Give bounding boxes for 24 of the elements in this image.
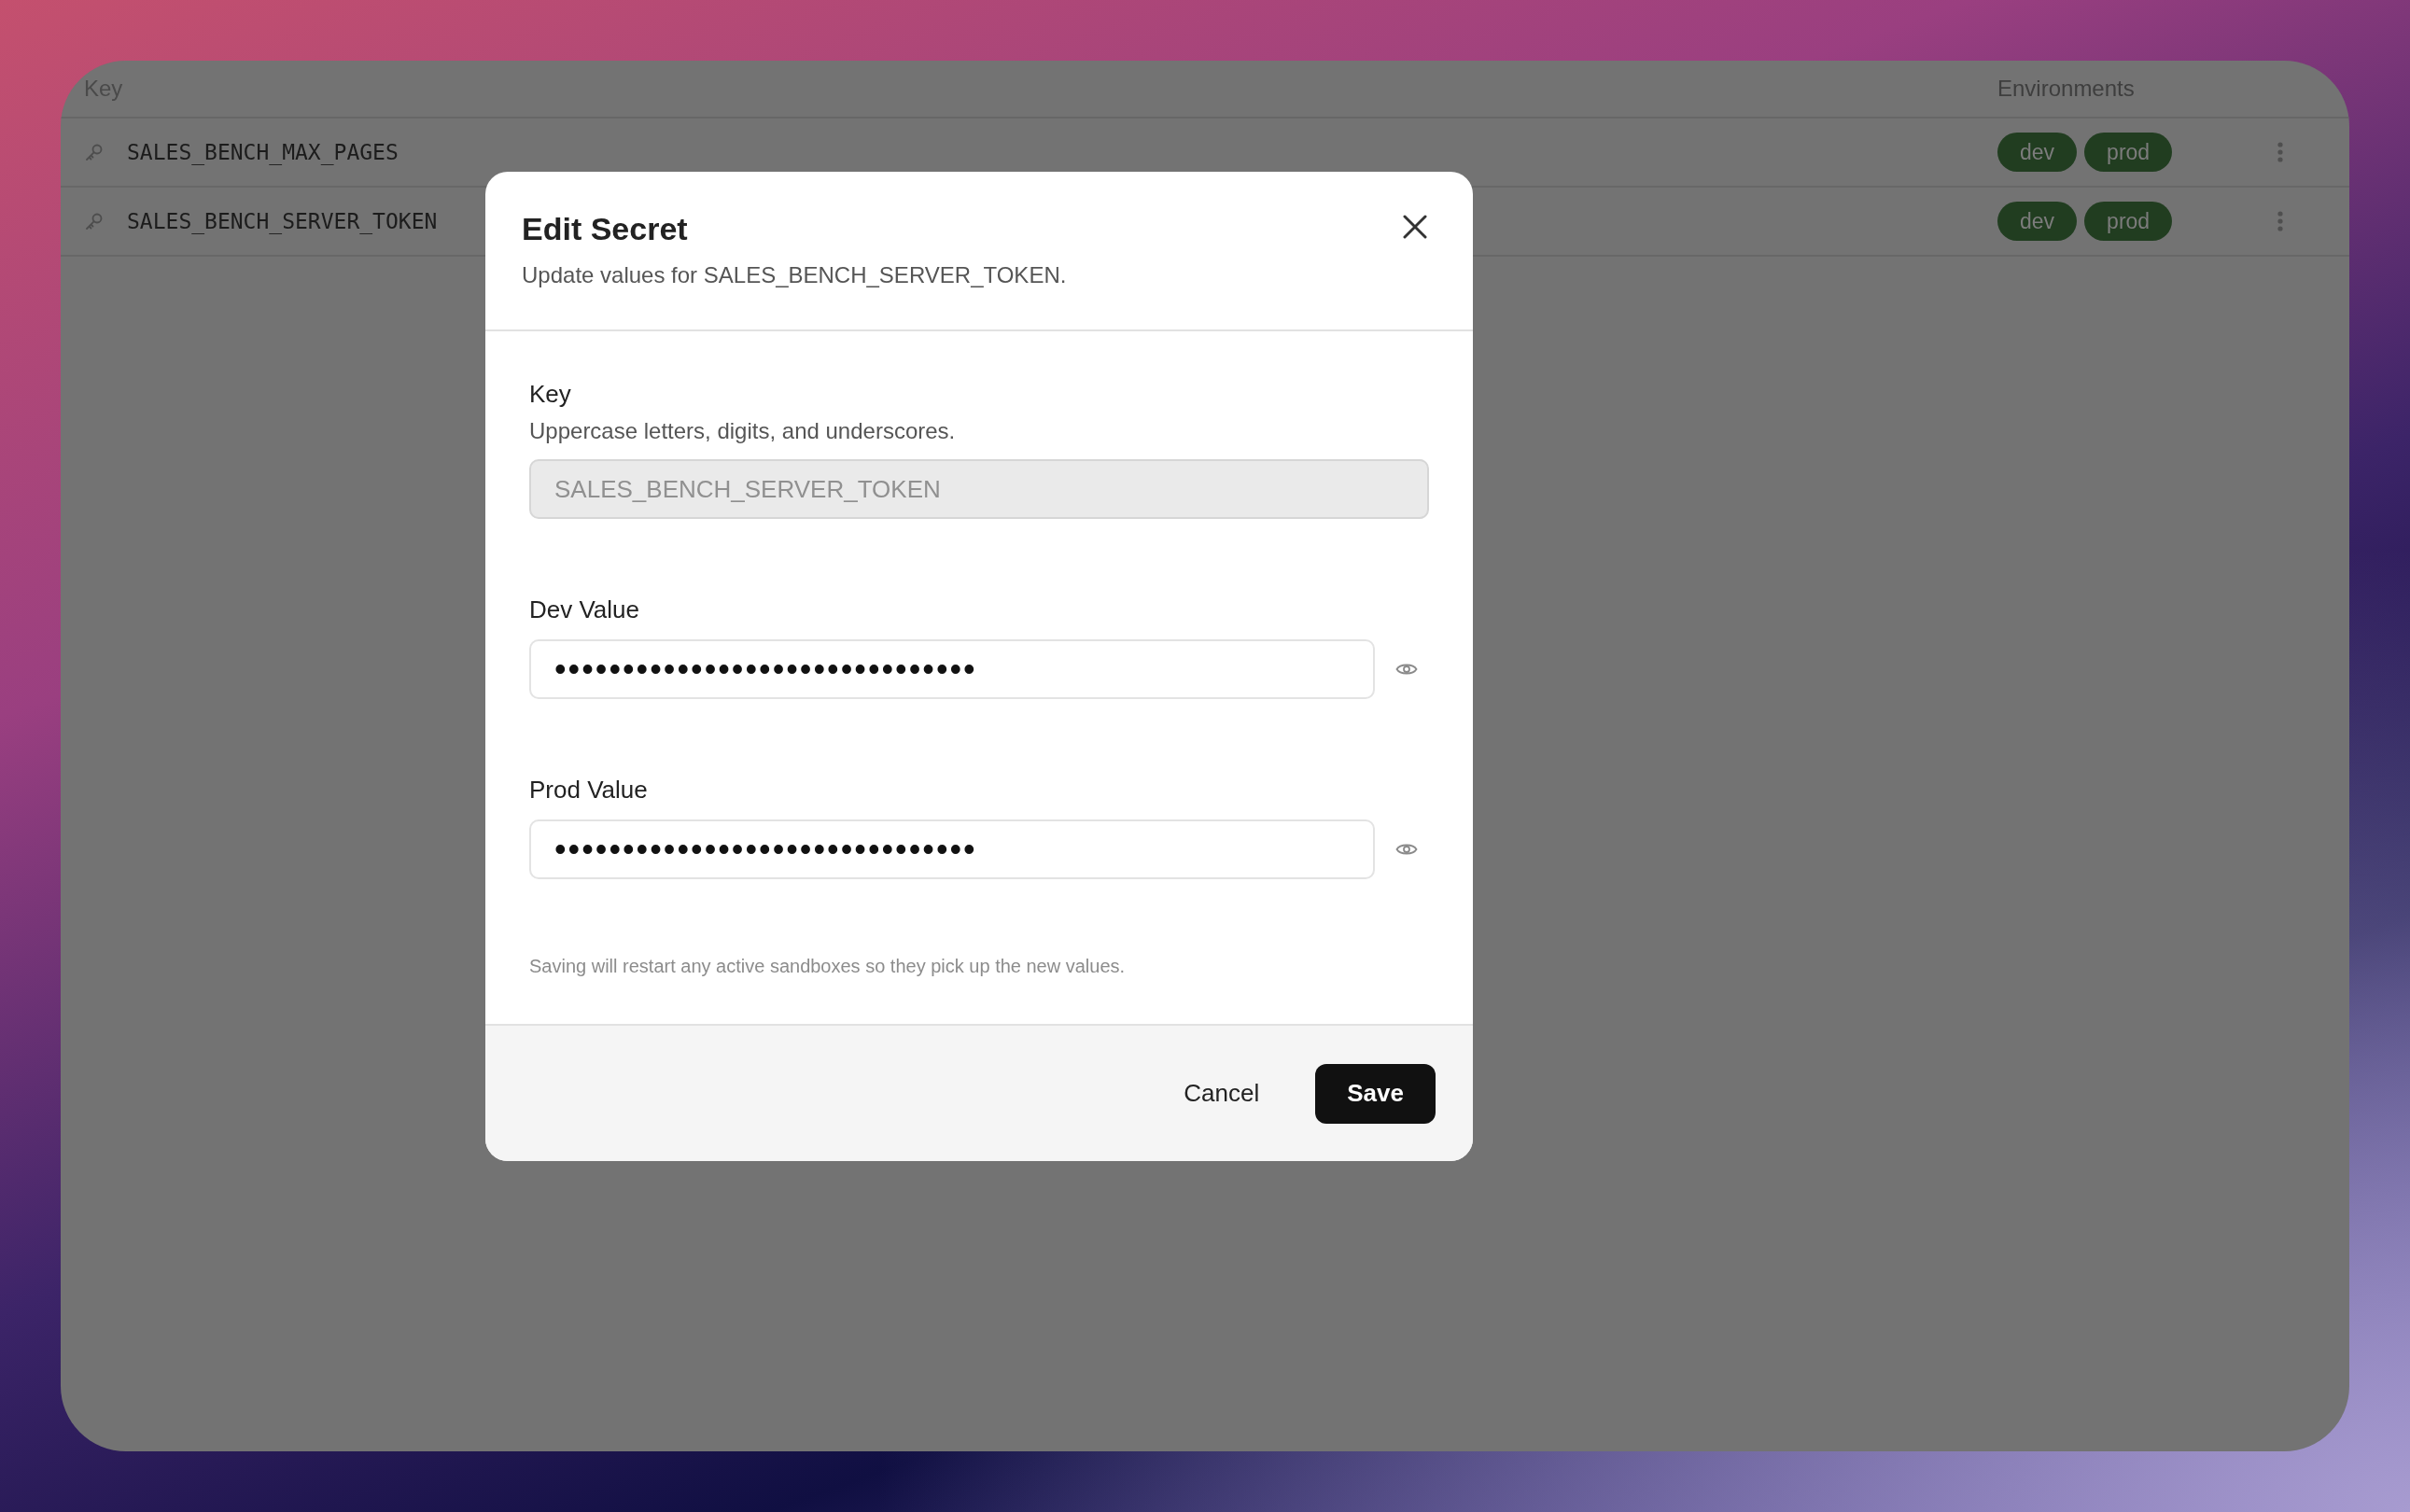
field-hint: Uppercase letters, digits, and underscores. <box>529 418 957 444</box>
close-button[interactable] <box>1401 213 1429 241</box>
cancel-button[interactable]: Cancel <box>1152 1063 1292 1124</box>
secret-key: SALES_BENCH_SERVER_TOKEN <box>127 209 438 233</box>
more-icon[interactable] <box>2277 211 2283 231</box>
environment-badge: dev <box>1997 202 2078 241</box>
environment-badge: prod <box>2084 202 2173 241</box>
secret-field[interactable]: ••••••••••••••••••••••••••••••• <box>529 639 1375 699</box>
field-label: Key <box>529 380 571 409</box>
secret-field[interactable]: ••••••••••••••••••••••••••••••• <box>529 819 1375 879</box>
key-icon <box>84 142 105 162</box>
dialog-subtitle: Update values for SALES_BENCH_SERVER_TOKEN. <box>522 262 1068 288</box>
field-label: Dev Value <box>529 595 640 624</box>
environment-badge: dev <box>1997 133 2078 172</box>
key-icon <box>84 211 105 231</box>
eye-icon[interactable] <box>1395 842 1418 857</box>
secret-key: SALES_BENCH_MAX_PAGES <box>127 140 399 164</box>
save-note: Saving will restart any active sandboxes so they pick up the new values. <box>529 956 1127 977</box>
field-label: Prod Value <box>529 776 648 805</box>
dialog-title: Edit Secret <box>522 211 688 247</box>
eye-icon[interactable] <box>1395 662 1418 677</box>
environment-badge: prod <box>2084 133 2173 172</box>
save-button[interactable]: Save <box>1315 1063 1436 1124</box>
more-icon[interactable] <box>2277 142 2283 162</box>
